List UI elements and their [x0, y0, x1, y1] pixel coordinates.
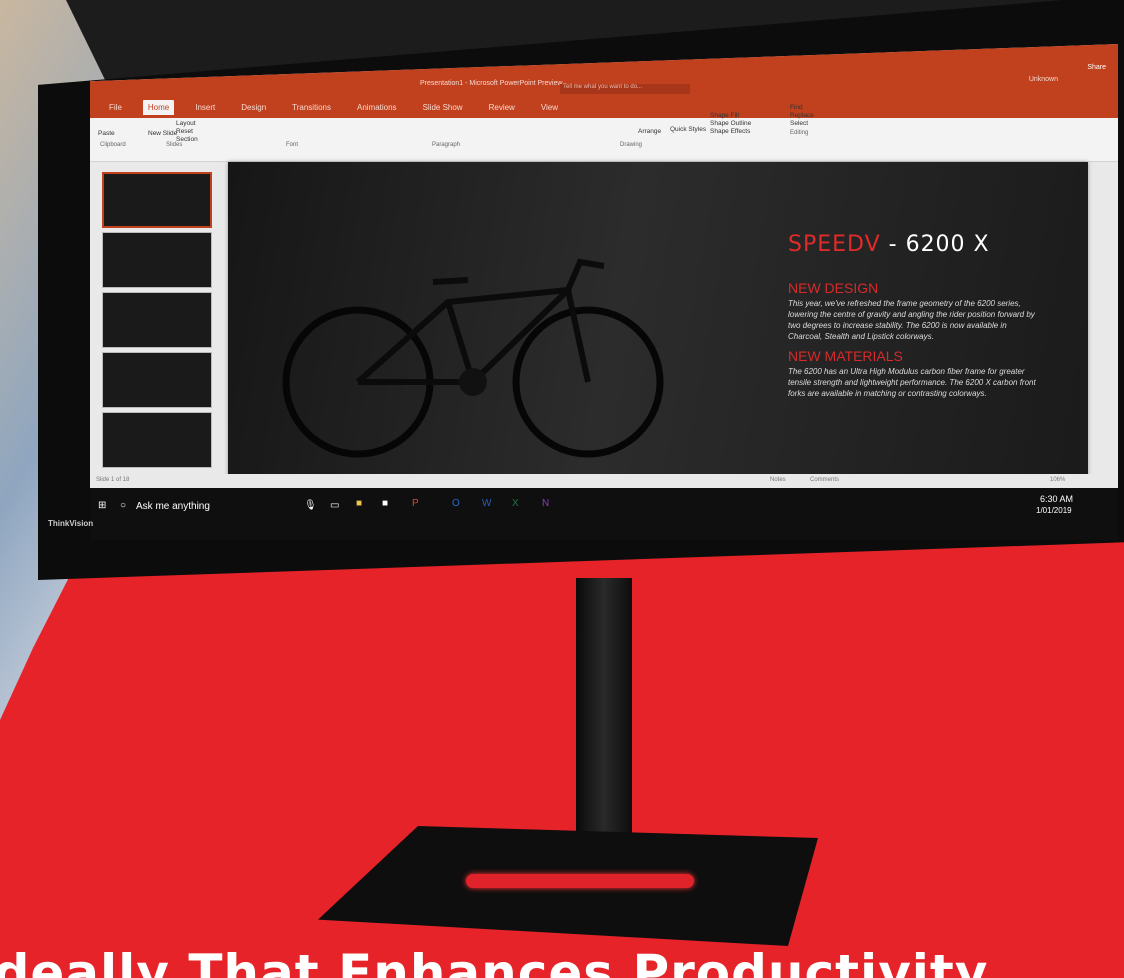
powerpoint-icon[interactable]: P	[412, 498, 419, 509]
tab-file[interactable]: File	[104, 100, 127, 115]
group-paragraph: Paragraph	[432, 142, 461, 148]
slide-thumbnail[interactable]	[102, 232, 212, 288]
monitor: Presentation1 - Microsoft PowerPoint Pre…	[38, 0, 1124, 580]
outlook-icon[interactable]: O	[452, 498, 460, 509]
shape-effects-button[interactable]: Shape Effects	[710, 128, 750, 135]
task-view-icon[interactable]: ▭	[330, 500, 339, 511]
monitor-brand-logo: ThinkVision	[48, 519, 94, 528]
shape-fill-button[interactable]: Shape Fill	[710, 112, 739, 119]
group-font: Font	[286, 142, 299, 148]
slide-title: SPEEDV - 6200 X	[788, 232, 990, 257]
microphone-icon[interactable]: 🎙	[304, 500, 317, 511]
replace-button[interactable]: Replace	[790, 112, 814, 119]
screen: Presentation1 - Microsoft PowerPoint Pre…	[90, 44, 1118, 540]
taskbar: ⊞ ○ Ask me anything 🎙 ▭ ■ ■ P O W X N 6:…	[90, 488, 1118, 540]
tab-design[interactable]: Design	[236, 100, 271, 115]
share-button[interactable]: Share	[1087, 64, 1106, 71]
tab-review[interactable]: Review	[484, 100, 520, 115]
window-title: Presentation1 - Microsoft PowerPoint Pre…	[420, 80, 563, 87]
slide-title-brand: SPEEDV	[788, 232, 881, 257]
headline: Ideally That Enhances Productivity	[0, 944, 989, 978]
slide-paragraph-materials: The 6200 has an Ultra High Modulus carbo…	[788, 367, 1036, 398]
store-icon[interactable]: ■	[382, 498, 388, 509]
slide-counter: Slide 1 of 18	[96, 477, 130, 483]
reset-button[interactable]: Reset	[176, 128, 193, 135]
slide-thumbnail[interactable]	[102, 292, 212, 348]
slide-paragraph-design: This year, we've refreshed the frame geo…	[788, 299, 1035, 341]
tell-me-input[interactable]: Tell me what you want to do...	[560, 84, 690, 94]
user-name: Unknown	[1028, 76, 1058, 83]
tab-animations[interactable]: Animations	[352, 100, 402, 115]
tab-insert[interactable]: Insert	[190, 100, 220, 115]
tab-transitions[interactable]: Transitions	[287, 100, 336, 115]
slide-heading-materials: NEW MATERIALS	[788, 348, 903, 364]
tab-slide-show[interactable]: Slide Show	[418, 100, 468, 115]
clock-date[interactable]: 1/01/2019	[1036, 506, 1072, 515]
slide-title-model: - 6200 X	[880, 232, 990, 257]
tab-view[interactable]: View	[536, 100, 563, 115]
slide-canvas[interactable]: SPEEDV - 6200 X NEW DESIGN This year, we…	[228, 162, 1088, 522]
ribbon-tabs: File Home Insert Design Transitions Anim…	[90, 96, 1118, 118]
search-box[interactable]: Ask me anything	[136, 501, 210, 512]
find-button[interactable]: Find	[790, 104, 803, 111]
shape-outline-button[interactable]: Shape Outline	[710, 120, 751, 127]
excel-icon[interactable]: X	[512, 498, 519, 509]
status-bar: Slide 1 of 18 Notes Comments 106%	[90, 474, 1118, 488]
slide-thumbnail[interactable]	[102, 172, 212, 228]
onenote-icon[interactable]: N	[542, 498, 549, 509]
slide-thumbnail[interactable]	[102, 352, 212, 408]
base-accent	[466, 874, 694, 888]
comments-button[interactable]: Comments	[810, 477, 839, 483]
clock-time[interactable]: 6:30 AM	[1040, 494, 1073, 504]
layout-button[interactable]: Layout	[176, 120, 196, 127]
select-button[interactable]: Select	[790, 120, 808, 127]
slide-thumbnail[interactable]	[102, 412, 212, 468]
windows-start-icon[interactable]: ⊞	[98, 500, 106, 511]
quick-styles-button[interactable]: Quick Styles	[670, 126, 706, 133]
group-editing: Editing	[790, 130, 809, 136]
group-clipboard: Clipboard	[100, 142, 126, 148]
group-drawing: Drawing	[620, 142, 643, 148]
group-slides: Slides	[166, 142, 183, 148]
ribbon: Paste Clipboard New Slide Layout Reset S…	[90, 104, 1118, 162]
word-icon[interactable]: W	[482, 498, 491, 509]
zoom-level[interactable]: 106%	[1050, 477, 1065, 483]
new-slide-button[interactable]: New Slide	[148, 130, 177, 137]
cortana-icon[interactable]: ○	[120, 500, 126, 511]
paste-button[interactable]: Paste	[98, 130, 115, 137]
slide-heading-design: NEW DESIGN	[788, 280, 879, 296]
notes-button[interactable]: Notes	[770, 477, 786, 483]
tab-home[interactable]: Home	[142, 99, 175, 115]
bicycle-image	[282, 258, 664, 458]
arrange-button[interactable]: Arrange	[638, 128, 661, 135]
file-explorer-icon[interactable]: ■	[356, 498, 362, 509]
